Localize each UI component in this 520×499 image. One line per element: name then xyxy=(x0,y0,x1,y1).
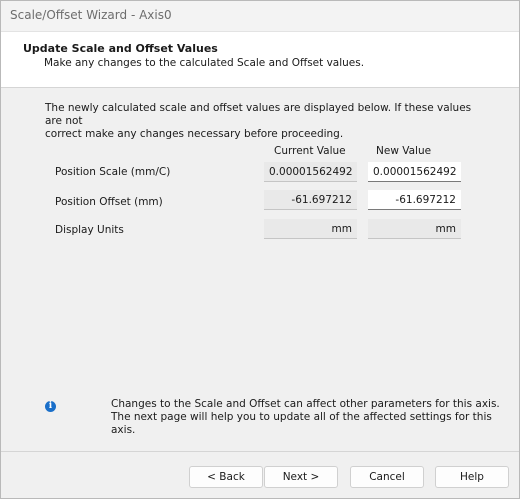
cancel-button[interactable]: Cancel xyxy=(350,466,424,488)
page-subtitle: Make any changes to the calculated Scale… xyxy=(44,57,365,69)
intro-line-1: The newly calculated scale and offset va… xyxy=(45,102,472,127)
current-value-header: Current Value xyxy=(274,145,346,157)
new-value-header: New Value xyxy=(376,145,432,157)
intro-line-2: correct make any changes necessary befor… xyxy=(45,128,344,140)
position-scale-new-input[interactable] xyxy=(368,162,461,182)
info-note-line-1: Changes to the Scale and Offset can affe… xyxy=(111,398,500,410)
display-units-current-field xyxy=(264,219,357,239)
position-scale-label: Position Scale (mm/C) xyxy=(55,166,171,178)
wizard-body: The newly calculated scale and offset va… xyxy=(1,88,519,451)
position-offset-new-input[interactable] xyxy=(368,190,461,210)
display-units-label: Display Units xyxy=(55,224,124,236)
intro-text: The newly calculated scale and offset va… xyxy=(45,102,485,141)
position-scale-current-field xyxy=(264,162,357,182)
window-title: Scale/Offset Wizard - Axis0 xyxy=(10,8,172,22)
info-note-line-2: The next page will help you to update al… xyxy=(111,411,492,436)
position-offset-label: Position Offset (mm) xyxy=(55,196,163,208)
next-button[interactable]: Next > xyxy=(264,466,338,488)
info-note: Changes to the Scale and Offset can affe… xyxy=(111,398,519,437)
display-units-new-field xyxy=(368,219,461,239)
wizard-window: Scale/Offset Wizard - Axis0 Update Scale… xyxy=(0,0,520,499)
back-button[interactable]: < Back xyxy=(189,466,263,488)
wizard-header: Update Scale and Offset Values Make any … xyxy=(1,32,519,88)
info-icon: i xyxy=(45,401,56,412)
position-offset-current-field xyxy=(264,190,357,210)
button-bar: < Back Next > Cancel Help xyxy=(1,451,519,498)
page-title: Update Scale and Offset Values xyxy=(23,42,218,55)
title-bar[interactable]: Scale/Offset Wizard - Axis0 xyxy=(1,1,519,32)
help-button[interactable]: Help xyxy=(435,466,509,488)
